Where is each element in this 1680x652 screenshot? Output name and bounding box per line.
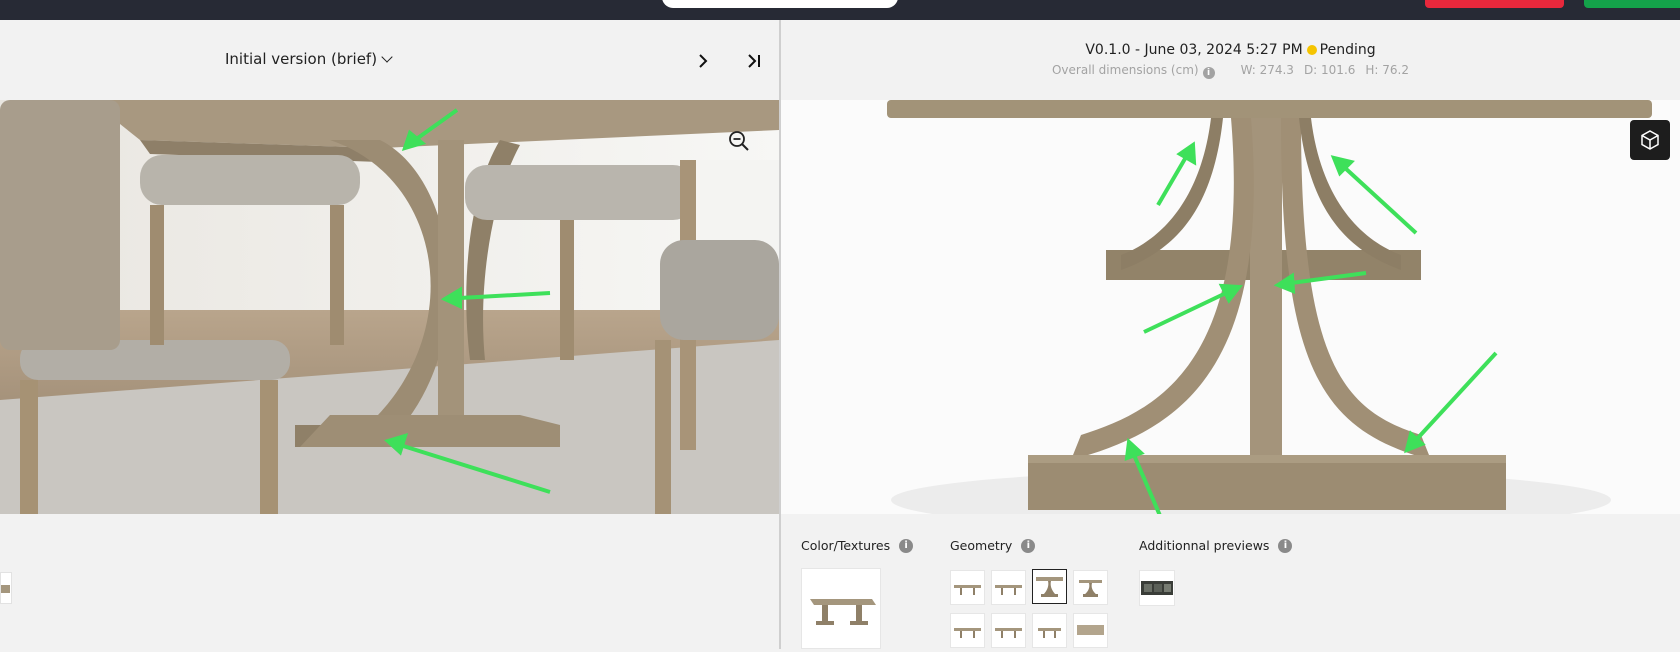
chevron-right-icon: [699, 54, 708, 68]
left-panel-header: Initial version (brief): [0, 20, 779, 100]
info-icon[interactable]: i: [1202, 67, 1215, 79]
zoom-button[interactable]: [722, 124, 756, 158]
info-icon[interactable]: i: [1278, 538, 1293, 553]
geometry-label: Geometry: [950, 538, 1013, 553]
next-version-button[interactable]: [692, 50, 714, 72]
table-thumbnail-image: [810, 599, 876, 625]
version-dropdown[interactable]: Initial version (brief): [225, 50, 393, 68]
info-icon[interactable]: i: [899, 538, 914, 553]
geometry-thumbnail-selected[interactable]: [1032, 569, 1067, 604]
geometry-section: Geometry i: [950, 538, 1036, 553]
reject-button[interactable]: [1425, 0, 1564, 8]
dimensions-info: Overall dimensions (cm) i W: 274.3 D: 101.6…: [781, 63, 1680, 79]
chevron-down-icon: [381, 51, 393, 63]
right-panel-header: V0.1.0 - June 03, 2024 5:27 PM Pending Ov…: [781, 20, 1680, 100]
info-icon[interactable]: i: [1021, 538, 1036, 553]
reference-photo: [0, 100, 779, 514]
version-title: V0.1.0 - June 03, 2024 5:27 PM: [1085, 42, 1303, 58]
geometry-thumbnail[interactable]: [1073, 613, 1108, 648]
status-badge: Pending: [1319, 42, 1376, 58]
top-search-pill[interactable]: [662, 0, 898, 8]
panel-divider[interactable]: [779, 20, 781, 649]
color-textures-section: Color/Textures i: [801, 538, 914, 553]
model-render: [781, 100, 1680, 514]
geometry-thumbnail[interactable]: [1032, 613, 1067, 648]
approve-button[interactable]: [1584, 0, 1680, 8]
reference-thumbnail[interactable]: [0, 572, 12, 604]
geometry-thumbnail[interactable]: [991, 570, 1026, 605]
skip-to-last-icon: [748, 54, 760, 68]
additional-previews-section: Additionnal previews i: [1139, 538, 1293, 553]
left-panel-footer: [0, 514, 779, 649]
zoom-out-icon: [729, 131, 749, 151]
dimension-width: W: 274.3: [1240, 63, 1294, 77]
texture-thumbnail[interactable]: [801, 568, 881, 649]
3d-view-button[interactable]: [1630, 120, 1670, 160]
3d-cube-icon: [1641, 130, 1659, 150]
status-dot: [1306, 45, 1317, 55]
geometry-thumbnail[interactable]: [991, 613, 1026, 648]
dimension-depth: D: 101.6: [1303, 63, 1356, 77]
geometry-thumbnail[interactable]: [1073, 570, 1108, 605]
color-textures-label: Color/Textures: [801, 538, 891, 553]
geometry-thumbnail[interactable]: [950, 570, 985, 605]
version-dropdown-label: Initial version (brief): [225, 50, 378, 68]
additional-previews-label: Additionnal previews: [1139, 538, 1270, 553]
additional-preview-thumbnail[interactable]: [1139, 570, 1175, 606]
dimension-height: H: 76.2: [1365, 63, 1409, 77]
dimensions-label: Overall dimensions (cm): [1051, 63, 1199, 77]
version-info: V0.1.0 - June 03, 2024 5:27 PM Pending: [781, 42, 1680, 58]
geometry-thumbnail[interactable]: [950, 613, 985, 648]
last-version-button[interactable]: [742, 50, 766, 72]
